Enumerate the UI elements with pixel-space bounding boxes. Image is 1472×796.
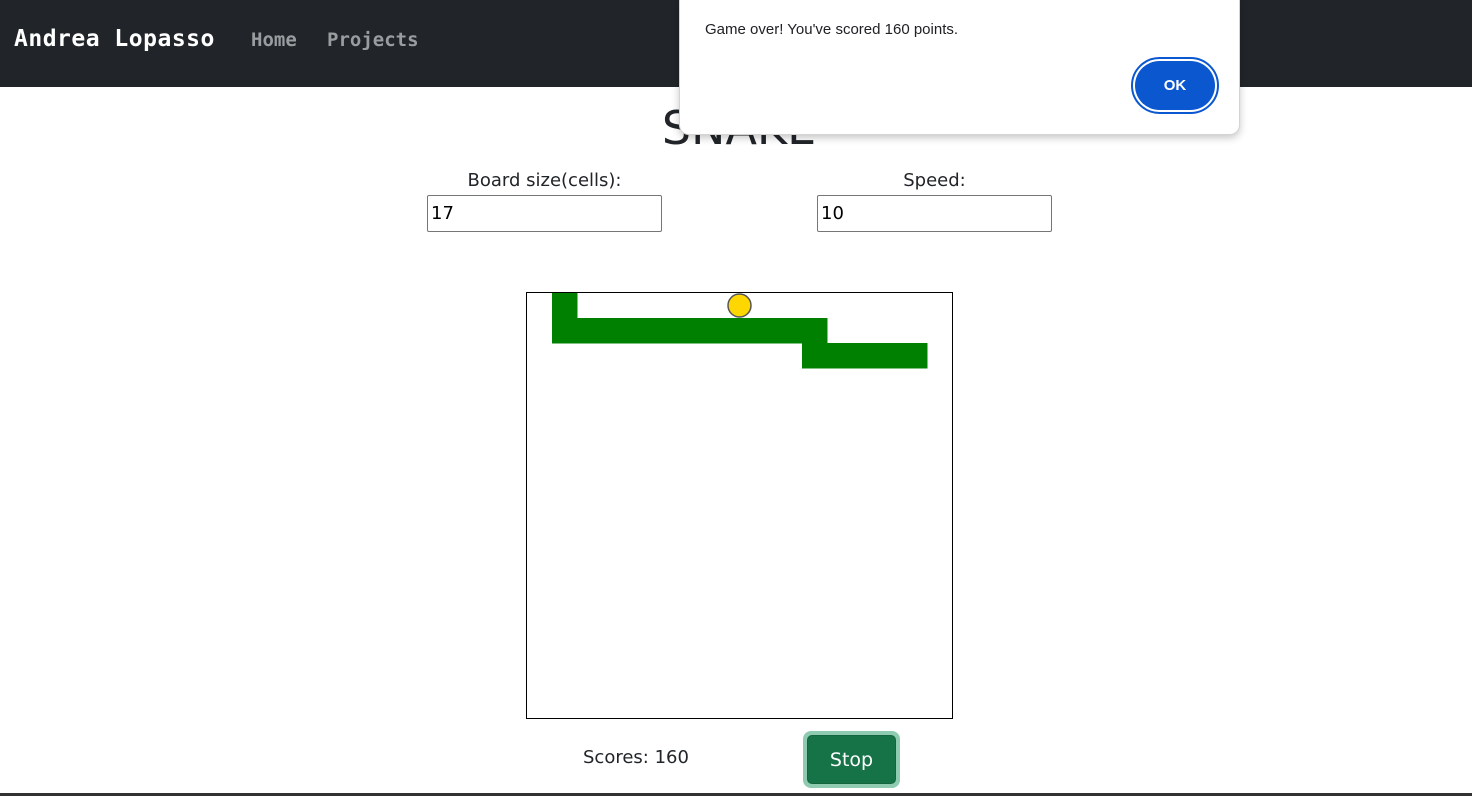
snake-segment — [727, 318, 753, 344]
snake-segment — [802, 343, 828, 369]
alert-dialog: Game over! You've scored 160 points. OK — [679, 0, 1240, 135]
snake-segment — [652, 318, 678, 344]
snake-segment — [902, 343, 928, 369]
food-pellet — [727, 293, 752, 318]
snake-segment — [602, 318, 628, 344]
board-size-label: Board size(cells): — [467, 170, 622, 191]
ok-button-label[interactable]: OK — [1135, 61, 1215, 110]
snake-segment — [777, 318, 803, 344]
scores-label: Scores: — [583, 747, 649, 768]
snake-segment — [627, 318, 653, 344]
snake-segment — [877, 343, 903, 369]
ok-button[interactable]: OK — [1131, 57, 1219, 114]
dialog-message: Game over! You've scored 160 points. — [705, 21, 959, 38]
scores-display: Scores: 160 — [583, 746, 689, 770]
snake-segment — [802, 318, 828, 344]
stop-button-label[interactable]: Stop — [807, 735, 896, 784]
speed-input[interactable] — [817, 195, 1052, 232]
board-size-input[interactable] — [427, 195, 662, 232]
nav-link-projects[interactable]: Projects — [327, 29, 419, 51]
game-board-canvas — [552, 293, 928, 369]
stop-button[interactable]: Stop — [803, 731, 900, 788]
snake-segment — [827, 343, 853, 369]
snake-segment — [752, 318, 778, 344]
snake-segment — [852, 343, 878, 369]
snake-segment — [577, 318, 603, 344]
snake-segment — [702, 318, 728, 344]
snake-segment — [552, 318, 578, 344]
speed-label: Speed: — [903, 170, 966, 191]
brand-logo[interactable]: Andrea Lopasso — [14, 26, 215, 52]
nav-link-home[interactable]: Home — [251, 29, 297, 51]
snake-segment — [677, 318, 703, 344]
scores-value: 160 — [654, 747, 689, 768]
snake-segment — [552, 293, 578, 319]
game-board — [526, 292, 953, 719]
